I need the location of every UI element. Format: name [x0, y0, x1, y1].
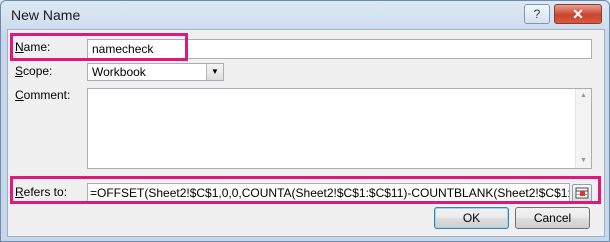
close-button[interactable]: ✕	[554, 4, 602, 24]
cancel-button[interactable]: Cancel	[515, 207, 590, 229]
scope-label: Scope:	[15, 64, 53, 78]
chevron-down-icon[interactable]: ▼	[206, 64, 223, 80]
scroll-up-icon[interactable]: ▲	[576, 89, 591, 103]
comment-textarea[interactable]: ▲ ▼	[87, 88, 592, 169]
comment-label: Comment:	[15, 88, 71, 102]
comment-scrollbar[interactable]: ▲ ▼	[575, 89, 591, 168]
help-button[interactable]: ?	[524, 4, 550, 24]
refers-to-highlight-box	[10, 176, 601, 204]
title-bar[interactable]: New Name ? ✕	[1, 1, 609, 31]
ok-button[interactable]: OK	[434, 207, 509, 229]
scope-dropdown[interactable]: Workbook ▼	[87, 63, 224, 81]
dialog-title: New Name	[11, 7, 81, 23]
scope-value: Workbook	[92, 65, 146, 79]
name-highlight-box	[10, 33, 188, 61]
scroll-down-icon[interactable]: ▼	[576, 154, 591, 168]
